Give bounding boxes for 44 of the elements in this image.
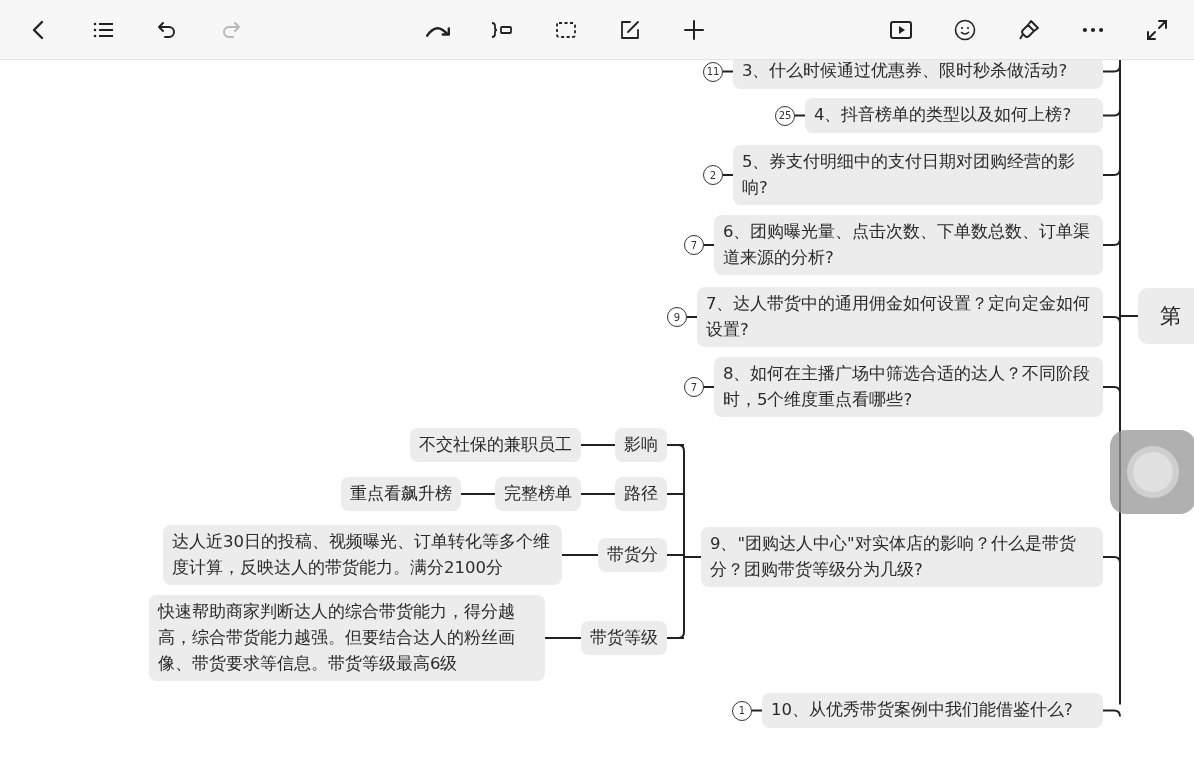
collapsed-count-badge[interactable]: 1 (732, 700, 752, 721)
subtopic-node[interactable]: 带货分 (598, 537, 667, 572)
collapsed-count-badge[interactable]: 9 (667, 307, 687, 327)
more-icon (1082, 26, 1104, 33)
topic-node[interactable]: 4、抖音榜单的类型以及如何上榜? (805, 98, 1103, 133)
subtopic-node[interactable]: 重点看飙升榜 (341, 477, 461, 511)
topic-node[interactable]: 3、什么时候通过优惠券、限时秒杀做活动? (733, 60, 1103, 89)
connector-line (544, 637, 582, 639)
subtopic-node[interactable]: 影响 (615, 427, 667, 462)
expand-icon (1145, 17, 1169, 42)
connector-line (722, 174, 734, 176)
collapsed-count-badge[interactable]: 7 (684, 235, 704, 255)
connector-line (703, 386, 715, 388)
connector-line (1102, 709, 1121, 718)
collapsed-count-badge[interactable]: 11 (703, 61, 723, 82)
subtopic-node[interactable]: 路径 (615, 476, 667, 511)
topic-node[interactable]: 7、达人带货中的通用佣金如何设置？定向定金如何设置? (697, 287, 1103, 347)
connector-line (686, 316, 698, 318)
topic-node[interactable]: 5、券支付明细中的支付日期对团购经营的影响? (733, 145, 1103, 205)
connector-line (460, 493, 496, 495)
topic-node[interactable]: 10、从优秀带货案例中我们能借鉴什么? (762, 693, 1103, 728)
topic-node[interactable]: 9、"团购达人中心"对实体店的影响？什么是带货分？团购带货等级分为几级? (701, 527, 1103, 587)
connector-line (722, 70, 734, 73)
connector-line (580, 493, 616, 495)
subtopic-node[interactable]: 带货等级 (581, 620, 667, 655)
connector-line (751, 709, 763, 712)
topic-node[interactable]: 6、团购曝光量、点击次数、下单数总数、订单渠道来源的分析? (714, 215, 1103, 275)
collapsed-count-badge[interactable]: 7 (684, 377, 704, 397)
smiley-icon (953, 17, 977, 42)
subtopic-node[interactable]: 达人近30日的投稿、视频曝光、订单转化等多个维度计算，反映达人的带货能力。满分2100分 (163, 525, 562, 585)
connector-line (580, 444, 616, 446)
floating-touch-button[interactable] (1110, 430, 1194, 514)
connector-line (561, 554, 599, 556)
subtopic-node[interactable]: 不交社保的兼职员工 (410, 428, 581, 462)
subtopic-node[interactable]: 完整榜单 (495, 477, 581, 511)
connector-line (794, 114, 806, 117)
central-topic[interactable]: 第 (1138, 288, 1194, 344)
topic-node[interactable]: 8、如何在主播广场中筛选合适的达人？不同阶段时，5个维度重点看哪些? (714, 357, 1103, 417)
plus-icon (682, 17, 706, 42)
connector-line (703, 244, 715, 246)
collapsed-count-badge[interactable]: 25 (775, 105, 795, 126)
subtopic-node[interactable]: 快速帮助商家判断达人的综合带货能力，得分越高，综合带货能力越强。但要结合达人的粉丝画像、带货要求等信息。带货等级最高6级 (149, 595, 545, 681)
brush-icon (1017, 17, 1041, 42)
collapsed-count-badge[interactable]: 2 (703, 165, 723, 185)
